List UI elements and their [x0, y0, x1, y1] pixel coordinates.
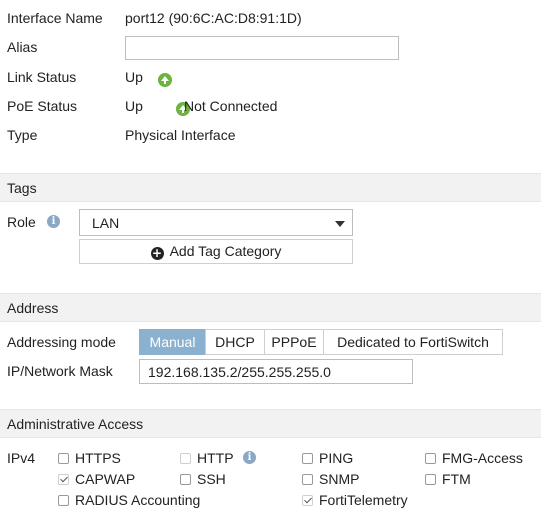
- admin-access-section-header: Administrative Access: [0, 409, 541, 438]
- plus-circle-icon: +: [150, 246, 164, 260]
- ftm-label: FTM: [442, 471, 471, 487]
- radius-accounting-label: RADIUS Accounting: [75, 492, 201, 508]
- chevron-down-icon: [335, 221, 345, 227]
- ssh-label: SSH: [197, 471, 226, 487]
- ssh-checkbox[interactable]: [180, 474, 191, 485]
- add-tag-category-button[interactable]: + Add Tag Category: [79, 239, 353, 264]
- fortitelemetry-checkbox[interactable]: [302, 495, 313, 506]
- link-status-value: Up: [125, 69, 143, 85]
- role-select-value: LAN: [92, 215, 120, 231]
- ping-checkbox[interactable]: [302, 453, 313, 464]
- http-info-icon[interactable]: i: [243, 451, 256, 464]
- interface-name-value: port12 (90:6C:AC:D8:91:1D): [125, 10, 302, 26]
- type-value: Physical Interface: [125, 127, 236, 143]
- alias-input[interactable]: [125, 36, 399, 60]
- ip-netmask-input[interactable]: [139, 359, 413, 384]
- ping-label: PING: [319, 450, 354, 466]
- role-select[interactable]: LAN: [79, 209, 353, 236]
- snmp-checkbox[interactable]: [302, 474, 313, 485]
- radius-accounting-checkbox[interactable]: [58, 495, 69, 506]
- poe-status-value: Up: [125, 98, 143, 114]
- http-checkbox[interactable]: [180, 453, 191, 464]
- address-section-header: Address: [0, 293, 541, 322]
- capwap-checkbox[interactable]: [58, 474, 69, 485]
- mode-dhcp-button[interactable]: DHCP: [205, 329, 265, 355]
- addressing-mode-label: Addressing mode: [7, 334, 116, 350]
- fortitelemetry-label: FortiTelemetry: [319, 492, 408, 508]
- ftm-checkbox[interactable]: [425, 474, 436, 485]
- poe-status-label: PoE Status: [7, 98, 78, 114]
- https-label: HTTPS: [75, 450, 121, 466]
- fmg-access-checkbox[interactable]: [425, 453, 436, 464]
- poe-connection-status: Not Connected: [184, 98, 278, 114]
- interface-name-label: Interface Name: [7, 10, 103, 26]
- capwap-label: CAPWAP: [75, 471, 136, 487]
- mode-manual-button[interactable]: Manual: [139, 329, 206, 355]
- mode-dedicated-fortiswitch-button[interactable]: Dedicated to FortiSwitch: [323, 329, 503, 355]
- http-label: HTTP: [197, 450, 234, 466]
- ipv4-label: IPv4: [7, 450, 36, 466]
- role-info-icon[interactable]: i: [47, 215, 60, 228]
- snmp-label: SNMP: [319, 471, 360, 487]
- type-label: Type: [7, 127, 38, 143]
- ip-netmask-label: IP/Network Mask: [7, 363, 113, 379]
- role-label: Role: [7, 214, 36, 230]
- tags-section-header: Tags: [0, 173, 541, 202]
- alias-label: Alias: [7, 39, 38, 55]
- link-up-icon: [158, 73, 172, 88]
- fmg-access-label: FMG-Access: [442, 450, 523, 466]
- add-tag-category-label: Add Tag Category: [169, 243, 282, 259]
- https-checkbox[interactable]: [58, 453, 69, 464]
- mode-pppoe-button[interactable]: PPPoE: [264, 329, 324, 355]
- link-status-label: Link Status: [7, 69, 77, 85]
